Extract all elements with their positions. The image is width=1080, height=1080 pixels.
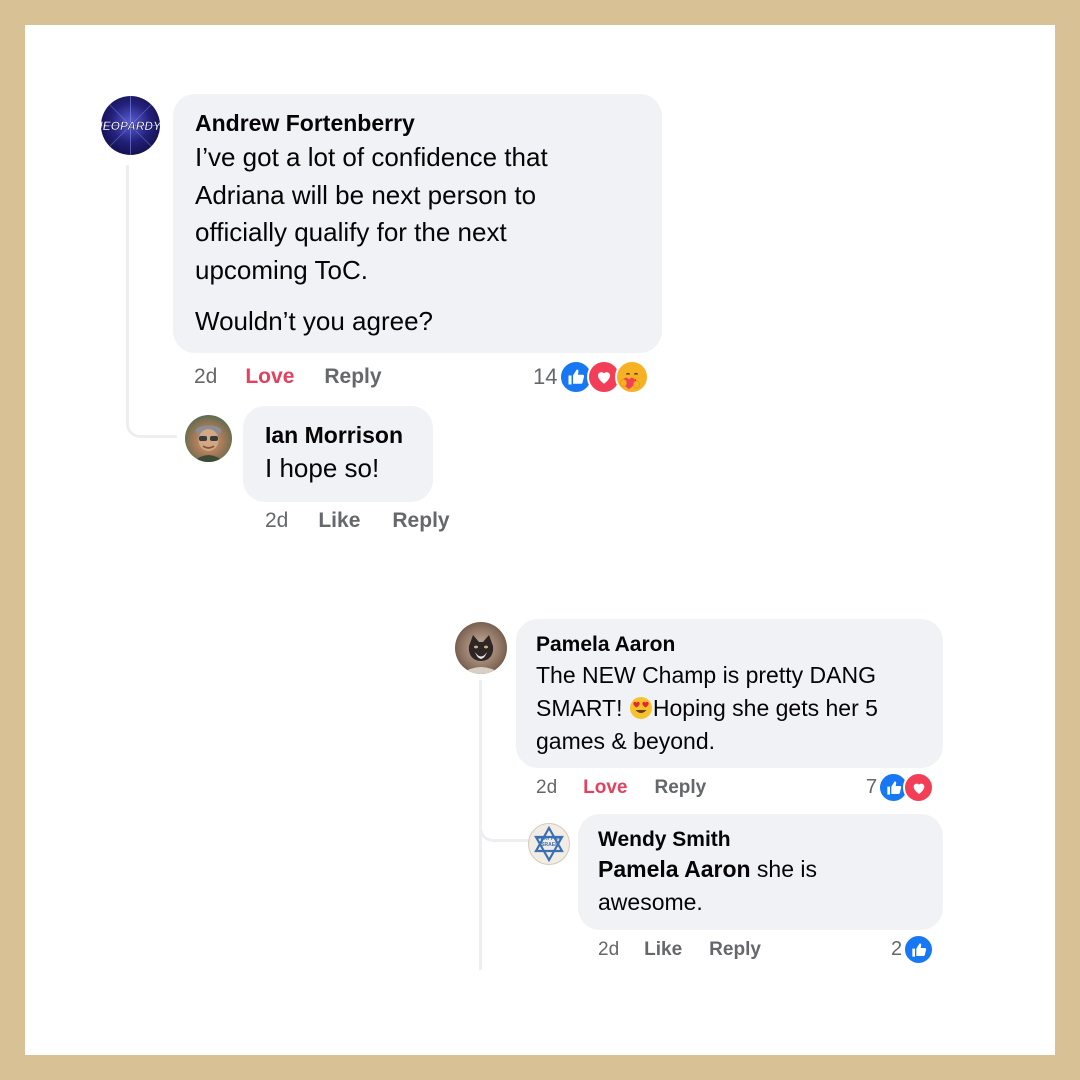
comment-bubble: Pamela Aaron The NEW Champ is pretty DAN… bbox=[516, 619, 943, 768]
reply-author[interactable]: Wendy Smith bbox=[598, 827, 923, 852]
comment-text-line: officially qualify for the next bbox=[195, 217, 507, 247]
comment-text-line: Wouldn’t you agree? bbox=[195, 306, 434, 336]
thread-connector bbox=[479, 805, 530, 842]
comment-text-line: The NEW Champ is pretty DANG bbox=[536, 662, 876, 688]
star-of-david-badge-icon: PRAY FOR ISRAEL bbox=[534, 825, 564, 863]
reply-actions: 2d Like Reply bbox=[265, 508, 450, 534]
badge-text-line: ISRAEL bbox=[540, 842, 558, 848]
reply-button[interactable]: Reply bbox=[655, 777, 707, 799]
comment-text: The NEW Champ is pretty DANG SMART! Hopi… bbox=[536, 659, 923, 758]
comment-text-line: upcoming ToC. bbox=[195, 254, 368, 285]
reaction-count: 2 bbox=[891, 938, 903, 960]
reaction-count: 14 bbox=[533, 364, 558, 389]
reply-text-segment: she is bbox=[750, 856, 818, 882]
avatar-ian-morrison[interactable] bbox=[185, 415, 232, 462]
jeopardy-logo-text: JEOPARDY! bbox=[101, 119, 160, 133]
love-button[interactable]: Love bbox=[583, 777, 627, 799]
reply-timestamp[interactable]: 2d bbox=[598, 939, 619, 961]
comment-actions: 2d Love Reply bbox=[536, 776, 706, 800]
comment-actions: 2d Love Reply bbox=[194, 364, 382, 390]
reply-button[interactable]: Reply bbox=[709, 939, 761, 961]
reaction-summary[interactable]: 7 bbox=[866, 772, 935, 803]
comment-text-segment: SMART! bbox=[536, 695, 629, 721]
reply-bubble: Ian Morrison I hope so! bbox=[243, 406, 433, 502]
like-icon bbox=[903, 934, 935, 965]
reply-button[interactable]: Reply bbox=[324, 365, 381, 389]
reply-actions: 2d Like Reply bbox=[598, 938, 761, 962]
reply-text: Pamela Aaron she is bbox=[598, 853, 923, 886]
reaction-count: 7 bbox=[866, 776, 878, 798]
mention-link[interactable]: Pamela Aaron bbox=[598, 856, 751, 882]
reaction-summary[interactable]: 14 bbox=[533, 360, 650, 394]
jeopardy-logo-icon: JEOPARDY! bbox=[101, 96, 160, 155]
comment-bubble: Andrew Fortenberry I’ve got a lot of con… bbox=[173, 94, 662, 353]
love-button[interactable]: Love bbox=[245, 365, 294, 389]
love-icon bbox=[903, 772, 935, 803]
reply-text-line: awesome. bbox=[598, 889, 703, 915]
cat-photo-icon bbox=[461, 635, 501, 674]
comment-timestamp[interactable]: 2d bbox=[194, 365, 217, 389]
heart-eyes-emoji bbox=[629, 697, 652, 719]
badge-text-line: PRAY FOR bbox=[537, 836, 561, 841]
like-button[interactable]: Like bbox=[644, 939, 682, 961]
comment-text: I’ve got a lot of confidence that Adrian… bbox=[195, 139, 640, 341]
comment-text-line: games & beyond. bbox=[536, 728, 716, 754]
reply-timestamp[interactable]: 2d bbox=[265, 509, 288, 533]
avatar-wendy-smith[interactable]: PRAY FOR ISRAEL bbox=[528, 823, 570, 865]
comment-author[interactable]: Pamela Aaron bbox=[536, 632, 923, 657]
reply-text: I hope so! bbox=[265, 453, 380, 483]
reaction-summary[interactable]: 2 bbox=[891, 934, 935, 965]
avatar-pamela-aaron[interactable] bbox=[455, 622, 507, 674]
comment-timestamp[interactable]: 2d bbox=[536, 777, 557, 799]
reply-bubble: Wendy Smith Pamela Aaron she is awesome. bbox=[578, 814, 943, 930]
like-button[interactable]: Like bbox=[318, 509, 360, 533]
thread-line bbox=[126, 165, 129, 401]
reply-author[interactable]: Ian Morrison bbox=[265, 422, 411, 449]
reply-button[interactable]: Reply bbox=[392, 509, 449, 533]
comment-text-line: SMART! Hoping she gets her 5 bbox=[536, 692, 923, 725]
comment-text-segment: Hoping she gets her 5 bbox=[652, 695, 878, 721]
screenshot-canvas: JEOPARDY! Andrew Fortenberry I’ve got a … bbox=[25, 25, 1055, 1055]
profile-photo-icon bbox=[193, 425, 224, 462]
comment-text-line: Adriana will be next person to bbox=[195, 179, 537, 210]
care-icon bbox=[615, 360, 650, 394]
thread-connector bbox=[126, 401, 177, 438]
avatar-andrew-fortenberry[interactable]: JEOPARDY! bbox=[101, 96, 160, 155]
comment-author[interactable]: Andrew Fortenberry bbox=[195, 110, 640, 137]
comment-text-line: I’ve got a lot of confidence that bbox=[195, 142, 548, 172]
